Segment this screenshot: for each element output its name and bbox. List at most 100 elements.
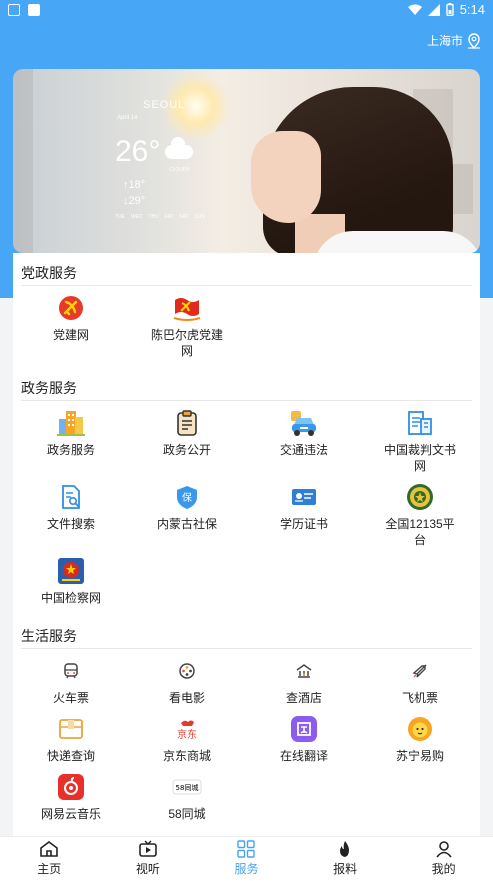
service-label: 网易云音乐 [40, 807, 101, 821]
service-card: 党政服务 党建网 陈巴尔虎党建网 政务服务 政务服务 政务公开 交通违法 中国裁… [13, 253, 480, 836]
service-label: 内蒙古社保 [156, 517, 217, 531]
tab-mine[interactable]: 我的 [394, 837, 493, 881]
section-title-party: 党政服务 [21, 265, 77, 281]
58-logo-text: 58同城 [176, 784, 199, 792]
section-divider [21, 400, 472, 401]
service-netease-music[interactable]: 网易云音乐 [13, 772, 129, 822]
wifi-icon [407, 4, 422, 15]
service-court-judgments[interactable]: 中国裁判文书网 [362, 408, 478, 474]
forecast-day: TUE [115, 214, 125, 220]
banner-carousel[interactable]: SEOUL April 14 26° CLOUDY ↑18° ↓29° TUE … [13, 69, 480, 253]
service-label: 政务公开 [162, 443, 211, 457]
service-train-tickets[interactable]: 火车票 [13, 656, 129, 706]
tab-label: 主页 [37, 862, 62, 876]
tab-home[interactable]: 主页 [0, 837, 99, 881]
banner-person-shirt [313, 231, 480, 253]
service-label: 交通违法 [279, 443, 328, 457]
notification-icon [8, 4, 20, 16]
forecast-day: FRI [164, 214, 174, 220]
service-chenbaerhu-party[interactable]: 陈巴尔虎党建网 [129, 293, 245, 359]
service-label: 飞机票 [401, 691, 438, 705]
airplane-icon [405, 656, 435, 686]
party-emblem-icon [56, 293, 86, 323]
round-seal-icon [405, 482, 435, 512]
buildings-icon [56, 408, 86, 438]
certificate-card-icon [289, 482, 319, 512]
service-label: 陈巴尔虎党建网 [150, 328, 223, 358]
hotel-icon [289, 656, 319, 686]
weather-hologram: SEOUL April 14 26° CLOUDY ↑18° ↓29° TUE … [111, 97, 207, 237]
banner-person-face [251, 131, 321, 223]
weather-high: ↑18° [123, 179, 146, 191]
service-jd-mall[interactable]: 京东 京东商城 [129, 714, 245, 764]
forecast-day: SAT [179, 214, 189, 220]
file-search-icon [56, 482, 86, 512]
banner-shelf-left [13, 69, 33, 253]
service-label: 文件搜索 [46, 517, 95, 531]
forecast-day: SUN [194, 214, 205, 220]
section-title-life: 生活服务 [21, 628, 77, 644]
service-hotels[interactable]: 查酒店 [246, 656, 362, 706]
service-58-city[interactable]: 58同城 58同城 [129, 772, 245, 822]
forecast-day: THU [148, 214, 159, 220]
home-icon [40, 841, 59, 857]
netease-music-icon [56, 772, 86, 802]
service-inner-mongolia-social-security[interactable]: 保 内蒙古社保 [129, 482, 245, 532]
tab-news-tips[interactable]: 报料 [296, 837, 395, 881]
suning-lion-icon [405, 714, 435, 744]
weather-city: SEOUL [143, 99, 186, 111]
service-academic-certificate[interactable]: 学历证书 [246, 482, 362, 532]
film-reel-icon [172, 656, 202, 686]
service-government-disclosure[interactable]: 政务公开 [129, 408, 245, 458]
service-party-building[interactable]: 党建网 [13, 293, 129, 343]
jd-logo-icon: 京东 [172, 714, 202, 744]
jd-logo-text: 京东 [177, 728, 197, 741]
location-selector[interactable]: 上海市 [427, 32, 481, 49]
service-label: 快递查询 [46, 749, 95, 763]
fire-icon [340, 841, 350, 857]
weather-condition: CLOUDY [169, 167, 190, 173]
service-label: 京东商城 [162, 749, 211, 763]
service-online-translation[interactable]: 在线翻译 [246, 714, 362, 764]
service-label: 中国检察网 [40, 591, 101, 605]
weather-forecast-days: TUE WED THU FRI SAT SUN [115, 214, 205, 220]
tab-label: 视听 [135, 862, 160, 876]
tab-services[interactable]: 服务 [197, 837, 296, 881]
section-title-government: 政务服务 [21, 380, 77, 396]
signal-icon [427, 3, 440, 16]
service-label: 苏宁易购 [395, 749, 444, 763]
service-traffic-violation[interactable]: 交通违法 [246, 408, 362, 458]
location-city: 上海市 [426, 34, 463, 48]
grid-icon [237, 840, 256, 858]
social-security-shield-icon: 保 [172, 482, 202, 512]
service-movies[interactable]: 看电影 [129, 656, 245, 706]
forecast-day: WED [131, 214, 143, 220]
section-divider [21, 285, 472, 286]
service-flights[interactable]: 飞机票 [362, 656, 478, 706]
service-file-search[interactable]: 文件搜索 [13, 482, 129, 532]
status-bar: 5:14 [0, 0, 493, 22]
service-12135-platform[interactable]: 全国12135平台 [362, 482, 478, 548]
service-label: 火车票 [52, 691, 89, 705]
procuratorate-emblem-icon [56, 556, 86, 586]
document-building-icon [405, 408, 435, 438]
party-flag-emblem-icon [172, 293, 202, 323]
tab-label: 服务 [234, 862, 259, 876]
service-suning[interactable]: 苏宁易购 [362, 714, 478, 764]
status-time: 5:14 [459, 2, 485, 17]
image-notification-icon [28, 4, 40, 16]
package-icon [56, 714, 86, 744]
svg-text:保: 保 [182, 491, 192, 504]
service-label: 58同城 [168, 807, 206, 821]
tab-label: 我的 [431, 862, 456, 876]
weather-low: ↓29° [123, 195, 146, 207]
service-label: 在线翻译 [279, 749, 328, 763]
service-government-services[interactable]: 政务服务 [13, 408, 129, 458]
weather-temperature: 26° [115, 135, 161, 168]
service-china-procuratorate[interactable]: 中国检察网 [13, 556, 129, 606]
tab-video-audio[interactable]: 视听 [99, 837, 198, 881]
user-icon [436, 841, 452, 858]
service-label: 看电影 [168, 691, 205, 705]
train-icon [56, 656, 86, 686]
service-express-tracking[interactable]: 快递查询 [13, 714, 129, 764]
